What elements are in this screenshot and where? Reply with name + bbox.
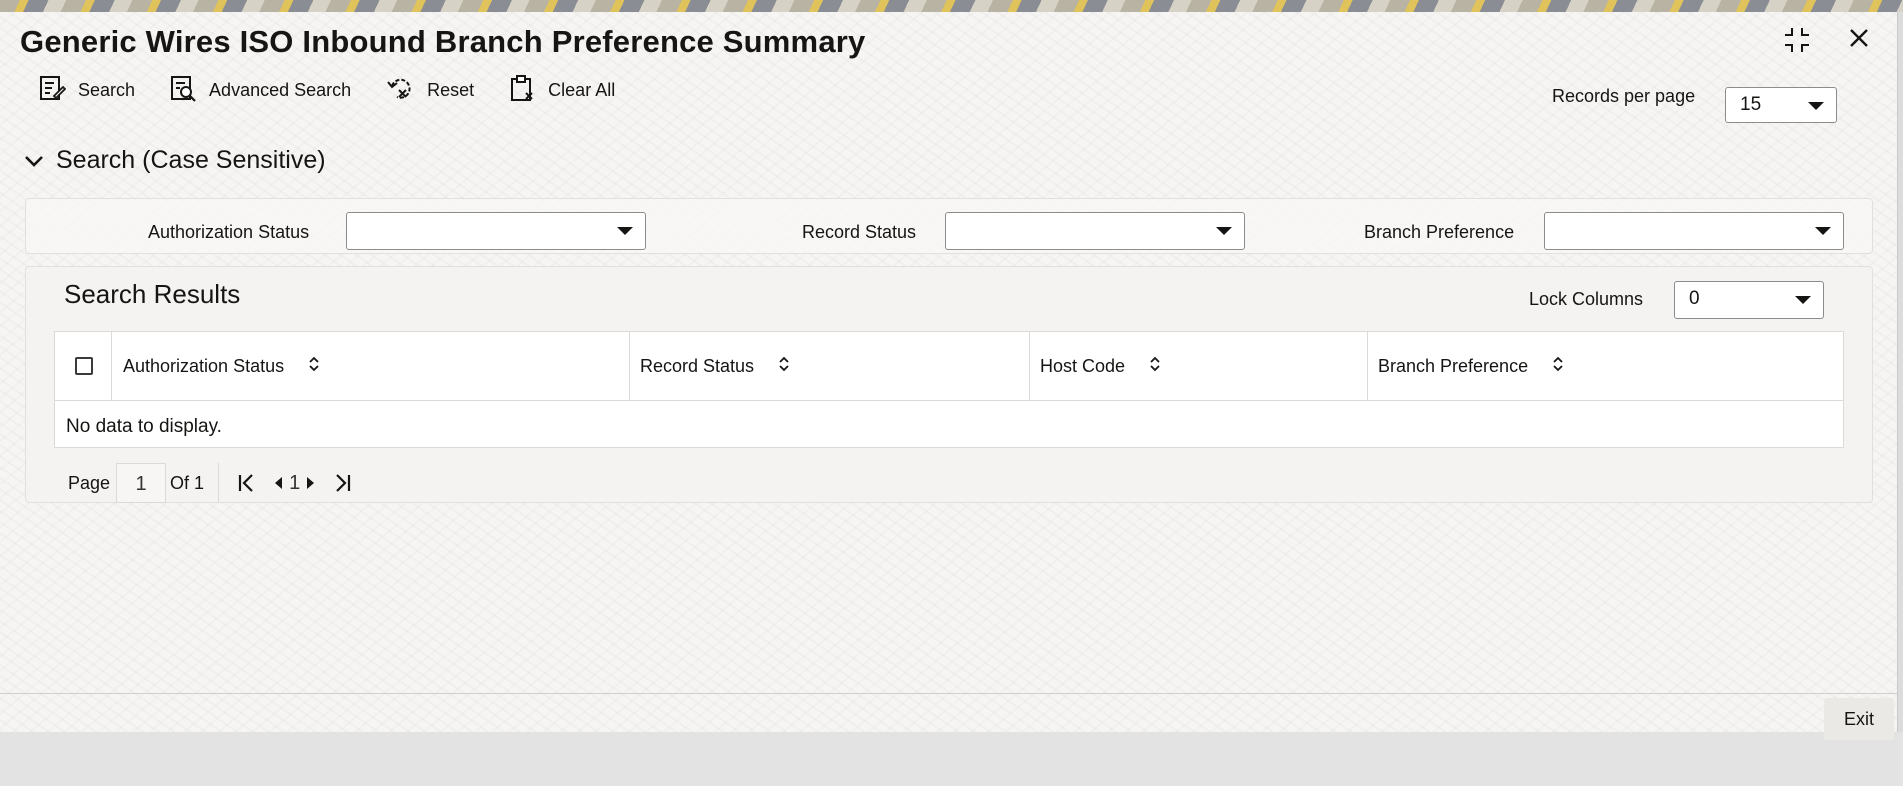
pager-divider (218, 463, 220, 503)
page-number-input[interactable]: 1 (116, 463, 167, 503)
record-status-label: Record Status (802, 222, 917, 242)
reset-label: Reset (427, 79, 475, 100)
search-section-title: Search (Case Sensitive) (56, 146, 326, 174)
column-label: Authorization Status (123, 355, 285, 376)
reset-button[interactable]: Reset (385, 74, 474, 107)
search-button[interactable]: Search (38, 74, 135, 107)
clear-all-label: Clear All (548, 79, 616, 100)
record-status-select[interactable] (945, 212, 1245, 250)
branch-preference-label: Branch Preference (1364, 222, 1515, 242)
chevron-down-icon (1808, 102, 1824, 110)
exit-button[interactable]: Exit (1824, 698, 1894, 740)
advanced-search-label: Advanced Search (209, 79, 352, 100)
column-header-host-code[interactable]: Host Code (1040, 332, 1161, 400)
column-label: Branch Preference (1378, 355, 1529, 376)
background-banner (0, 0, 1903, 12)
next-page-icon[interactable] (306, 476, 316, 490)
column-divider (1029, 332, 1030, 400)
chevron-down-icon (1216, 227, 1232, 235)
lock-columns-select[interactable]: 0 (1674, 281, 1824, 319)
sort-icon[interactable] (1552, 355, 1564, 378)
records-per-page-value: 15 (1740, 94, 1762, 115)
column-label: Host Code (1040, 355, 1126, 376)
search-button-label: Search (78, 79, 136, 100)
sort-icon[interactable] (778, 355, 790, 378)
first-page-icon[interactable] (237, 473, 255, 493)
last-page-icon[interactable] (334, 473, 352, 493)
toolbar: Search Advanced Search Reset Clear All (38, 74, 649, 106)
search-results-title: Search Results (64, 279, 241, 309)
records-per-page-label: Records per page (1552, 86, 1696, 106)
select-all-checkbox[interactable] (75, 357, 93, 375)
previous-page-icon[interactable] (273, 476, 283, 490)
column-divider (1367, 332, 1368, 400)
reset-icon (385, 74, 427, 107)
column-header-branch-preference[interactable]: Branch Preference (1378, 332, 1564, 400)
summary-window: Generic Wires ISO Inbound Branch Prefere… (0, 12, 1898, 740)
sort-icon[interactable] (1149, 355, 1161, 378)
column-label: Record Status (640, 355, 755, 376)
advanced-search-icon (169, 74, 209, 107)
lock-columns-value: 0 (1689, 288, 1700, 309)
footer-divider (0, 693, 1897, 694)
page-indicator: 1 (289, 471, 301, 494)
table-header: Authorization Status Record Status Host … (55, 332, 1843, 401)
branch-preference-select[interactable] (1544, 212, 1844, 250)
chevron-down-icon (24, 146, 56, 175)
chevron-down-icon (617, 227, 633, 235)
advanced-search-button[interactable]: Advanced Search (169, 74, 351, 107)
close-icon[interactable] (1847, 26, 1871, 50)
empty-table-message: No data to display. (66, 416, 222, 437)
results-table: Authorization Status Record Status Host … (54, 331, 1844, 448)
authorization-status-select[interactable] (346, 212, 646, 250)
page-title: Generic Wires ISO Inbound Branch Prefere… (20, 24, 866, 59)
lock-columns-label: Lock Columns (1529, 289, 1644, 309)
records-per-page-select[interactable]: 15 (1725, 87, 1837, 123)
search-section-header[interactable]: Search (Case Sensitive) (24, 146, 326, 175)
column-divider (629, 332, 630, 400)
page-label: Page (68, 472, 111, 493)
page-of-label: Of 1 (170, 472, 205, 493)
column-header-record-status[interactable]: Record Status (640, 332, 790, 400)
sort-icon[interactable] (308, 355, 320, 378)
maximize-icon[interactable] (1783, 26, 1811, 54)
clear-all-button[interactable]: Clear All (508, 74, 615, 107)
taskbar-area (0, 732, 1903, 786)
pagination: Page 1 Of 1 1 (68, 463, 358, 503)
authorization-status-label: Authorization Status (148, 222, 310, 242)
clear-all-icon (508, 74, 548, 107)
column-divider (111, 332, 112, 400)
chevron-down-icon (1795, 296, 1811, 304)
column-header-authorization-status[interactable]: Authorization Status (123, 332, 320, 400)
chevron-down-icon (1815, 227, 1831, 235)
search-icon (38, 74, 78, 107)
